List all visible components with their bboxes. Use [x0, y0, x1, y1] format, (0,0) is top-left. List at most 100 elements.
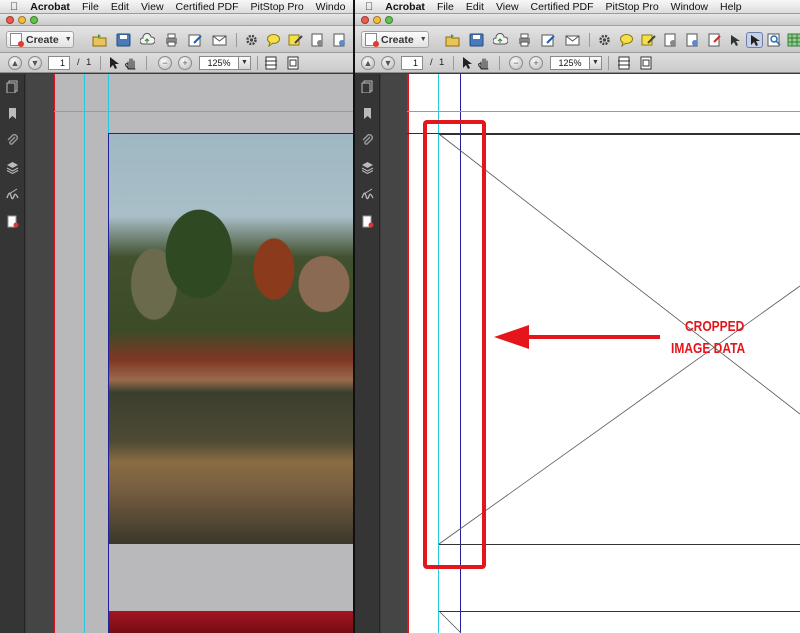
zoom-level-input[interactable]: 125%: [199, 56, 239, 70]
pitstop-inspector-icon[interactable]: [361, 215, 374, 228]
next-page-icon[interactable]: ▼: [381, 56, 395, 70]
document-area[interactable]: CROPPED IMAGE DATA: [381, 74, 800, 633]
zoom-in-icon[interactable]: +: [178, 56, 192, 70]
zoom-out-icon[interactable]: −: [509, 56, 523, 70]
open-folder-icon[interactable]: [92, 33, 107, 47]
stamp-icon[interactable]: [310, 33, 325, 47]
save-icon[interactable]: [469, 33, 484, 47]
comment-icon[interactable]: [619, 33, 634, 47]
page-number-input[interactable]: 1: [48, 56, 70, 70]
stamp-icon[interactable]: [663, 33, 678, 47]
page-thumbnails-icon[interactable]: [361, 80, 374, 93]
menu-certified-pdf[interactable]: Certified PDF: [176, 1, 239, 13]
pitstop-edit-icon[interactable]: [707, 33, 722, 47]
menu-view[interactable]: View: [496, 1, 519, 13]
zoom-level-input[interactable]: 125%: [550, 56, 590, 70]
page-number-input[interactable]: 1: [401, 56, 423, 70]
nav-separator: [257, 56, 258, 70]
fit-width-icon[interactable]: [617, 56, 631, 70]
zoom-window-button[interactable]: [30, 16, 38, 24]
navigation-bar: ▲ ▼ 1 / 1 − + 125% ▼: [355, 53, 800, 73]
fit-page-icon[interactable]: [286, 56, 300, 70]
layers-icon[interactable]: [361, 161, 374, 174]
bookmarks-icon[interactable]: [6, 107, 19, 120]
zoom-out-icon[interactable]: −: [158, 56, 172, 70]
pitstop-inspector-icon[interactable]: [6, 215, 19, 228]
create-button[interactable]: Create ▼: [6, 31, 74, 48]
select-arrow-icon[interactable]: [108, 56, 120, 70]
menu-file[interactable]: File: [82, 1, 99, 13]
menu-edit[interactable]: Edit: [111, 1, 129, 13]
page-separator: /: [430, 57, 433, 68]
document-area[interactable]: [26, 74, 353, 633]
attachments-icon[interactable]: [361, 134, 374, 147]
print-icon[interactable]: [517, 33, 532, 47]
create-label: Create: [381, 33, 414, 46]
minimize-window-button[interactable]: [373, 16, 381, 24]
email-icon[interactable]: [565, 33, 580, 47]
pitstop-inspect-icon[interactable]: [767, 33, 782, 47]
menu-help[interactable]: Help: [720, 1, 742, 13]
cloud-upload-icon[interactable]: [493, 33, 508, 47]
comment-icon[interactable]: [266, 33, 281, 47]
edit-document-icon[interactable]: [188, 33, 203, 47]
layers-icon[interactable]: [6, 161, 19, 174]
apple-menu-icon[interactable]: : [365, 1, 373, 13]
main-toolbar: Create ▼: [355, 26, 800, 53]
document-settings-icon[interactable]: [332, 33, 347, 47]
zoom-window-button[interactable]: [385, 16, 393, 24]
menu-bar:  Acrobat File Edit View Certified PDF P…: [0, 0, 353, 14]
menu-app[interactable]: Acrobat: [30, 1, 70, 13]
hand-tool-icon[interactable]: [124, 56, 138, 70]
previous-page-icon[interactable]: ▲: [8, 56, 22, 70]
nav-separator: [100, 56, 101, 70]
menu-app[interactable]: Acrobat: [385, 1, 425, 13]
menu-window[interactable]: Windo: [316, 1, 346, 13]
pitstop-grid-icon[interactable]: [787, 33, 800, 47]
hand-tool-icon[interactable]: [477, 56, 491, 70]
annotation-image-data: IMAGE DATA: [671, 340, 746, 357]
create-button[interactable]: Create ▼: [361, 31, 429, 48]
gear-icon[interactable]: [244, 33, 259, 47]
apple-menu-icon[interactable]: : [10, 1, 18, 13]
fit-page-icon[interactable]: [639, 56, 653, 70]
page-thumbnails-icon[interactable]: [6, 80, 19, 93]
menu-edit[interactable]: Edit: [466, 1, 484, 13]
gear-icon[interactable]: [597, 33, 612, 47]
title-bar: [0, 14, 353, 26]
menu-window[interactable]: Window: [671, 1, 708, 13]
attachments-icon[interactable]: [6, 134, 19, 147]
previous-page-icon[interactable]: ▲: [361, 56, 375, 70]
menu-pitstop-pro[interactable]: PitStop Pro: [251, 1, 304, 13]
zoom-in-icon[interactable]: +: [529, 56, 543, 70]
close-window-button[interactable]: [361, 16, 369, 24]
menu-view[interactable]: View: [141, 1, 164, 13]
highlight-icon[interactable]: [288, 33, 303, 47]
chevron-down-icon: ▼: [419, 36, 427, 43]
print-icon[interactable]: [164, 33, 179, 47]
signatures-icon[interactable]: [6, 188, 19, 201]
open-folder-icon[interactable]: [445, 33, 460, 47]
nav-separator: [146, 56, 147, 70]
cloud-upload-icon[interactable]: [140, 33, 155, 47]
menu-file[interactable]: File: [437, 1, 454, 13]
minimize-window-button[interactable]: [18, 16, 26, 24]
next-page-icon[interactable]: ▼: [28, 56, 42, 70]
fit-width-icon[interactable]: [264, 56, 278, 70]
cropped-area-highlight: [423, 120, 486, 569]
bookmarks-icon[interactable]: [361, 107, 374, 120]
signatures-icon[interactable]: [361, 188, 374, 201]
pitstop-object-tool-icon[interactable]: [727, 33, 742, 47]
highlight-icon[interactable]: [641, 33, 656, 47]
zoom-dropdown-icon[interactable]: ▼: [590, 56, 602, 70]
select-arrow-icon[interactable]: [461, 56, 473, 70]
document-settings-icon[interactable]: [685, 33, 700, 47]
edit-document-icon[interactable]: [541, 33, 556, 47]
zoom-dropdown-icon[interactable]: ▼: [239, 56, 251, 70]
pitstop-select-tool-icon[interactable]: [746, 32, 763, 48]
menu-pitstop-pro[interactable]: PitStop Pro: [606, 1, 659, 13]
menu-certified-pdf[interactable]: Certified PDF: [531, 1, 594, 13]
close-window-button[interactable]: [6, 16, 14, 24]
email-icon[interactable]: [212, 33, 227, 47]
save-icon[interactable]: [116, 33, 131, 47]
